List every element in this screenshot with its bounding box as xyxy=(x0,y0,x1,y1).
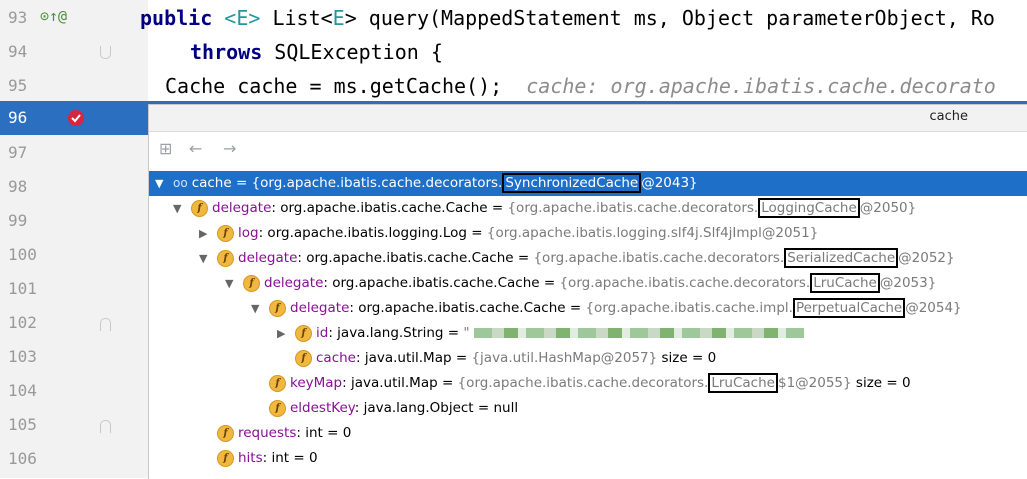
forward-arrow-icon[interactable]: → xyxy=(223,139,236,158)
implementing-method-icon[interactable]: ⊙↑@ xyxy=(40,7,67,25)
line-number: 96 xyxy=(8,108,28,127)
popup-toolbar: ⊞ ← → xyxy=(149,132,1027,166)
fold-marker-icon[interactable] xyxy=(100,46,111,59)
line-number: 106 xyxy=(8,449,37,468)
fold-marker-icon[interactable] xyxy=(100,318,111,331)
back-arrow-icon[interactable]: ← xyxy=(189,139,202,158)
highlight-box: LruCache xyxy=(810,273,880,293)
line-number: 95 xyxy=(8,76,28,95)
breakpoint-icon[interactable] xyxy=(68,110,84,126)
collapse-arrow-icon[interactable]: ▶ xyxy=(199,221,217,246)
highlight-box: SynchronizedCache xyxy=(502,173,642,193)
field-icon: f xyxy=(217,424,234,442)
debug-value-popup[interactable]: cache ⊞ ← → ▼ oo cache = {org.apache.ibati… xyxy=(148,104,1027,479)
expand-arrow-icon[interactable]: ▼ xyxy=(155,171,173,196)
highlight-box: SerializedCache xyxy=(784,248,899,268)
popup-title: cache xyxy=(929,109,969,124)
tree-row-hits[interactable]: f hits: int = 0 xyxy=(149,446,1027,471)
line-number: 98 xyxy=(8,177,28,196)
line-number: 100 xyxy=(8,245,37,264)
field-icon: f xyxy=(269,374,286,392)
watch-icon: oo xyxy=(173,176,188,190)
tree-row-delegate[interactable]: ▼ f delegate: org.apache.ibatis.cache.Cach… xyxy=(149,271,1027,296)
field-icon: f xyxy=(269,299,286,317)
tree-row-id[interactable]: ▶ f id: java.lang.String = " xyxy=(149,321,1027,346)
line-number: 101 xyxy=(8,279,37,298)
line-number: 99 xyxy=(8,211,28,230)
tree-row-requests[interactable]: f requests: int = 0 xyxy=(149,421,1027,446)
line-number: 102 xyxy=(8,313,37,332)
code-line[interactable]: public <E> List<E> query(MappedStatement… xyxy=(140,1,995,35)
popup-header: cache xyxy=(149,105,1027,132)
inline-debug-hint: cache: org.apache.ibatis.cache.decorato xyxy=(526,74,996,98)
tree-row-keymap[interactable]: f keyMap: java.util.Map = {org.apache.iba… xyxy=(149,371,1027,396)
tree-row-delegate[interactable]: ▼ f delegate: org.apache.ibatis.cache.Cach… xyxy=(149,196,1027,221)
line-number: 104 xyxy=(8,381,37,400)
expand-arrow-icon[interactable]: ▼ xyxy=(199,246,217,271)
expand-arrow-icon[interactable]: ▼ xyxy=(173,196,191,221)
field-icon: f xyxy=(295,324,312,342)
fold-marker-icon[interactable] xyxy=(100,420,111,433)
tree-row-delegate[interactable]: ▼ f delegate: org.apache.ibatis.cache.Cach… xyxy=(149,246,1027,271)
field-icon: f xyxy=(191,199,208,217)
pin-icon[interactable]: ⊞ xyxy=(159,139,172,158)
field-icon: f xyxy=(295,349,312,367)
field-icon: f xyxy=(269,399,286,417)
tree-row-cache[interactable]: ▼ oo cache = {org.apache.ibatis.cache.deco… xyxy=(149,171,1027,196)
tree-row-eldestkey[interactable]: f eldestKey: java.lang.Object = null xyxy=(149,396,1027,421)
tree-row-delegate[interactable]: ▼ f delegate: org.apache.ibatis.cache.Cach… xyxy=(149,296,1027,321)
line-number: 94 xyxy=(8,42,28,61)
line-number: 97 xyxy=(8,143,28,162)
field-icon: f xyxy=(217,249,234,267)
field-icon: f xyxy=(243,274,260,292)
field-icon: f xyxy=(217,449,234,467)
field-icon: f xyxy=(217,224,234,242)
line-number: 105 xyxy=(8,415,37,434)
expand-arrow-icon[interactable]: ▼ xyxy=(251,296,269,321)
collapse-arrow-icon[interactable]: ▶ xyxy=(277,321,295,346)
highlight-box: LruCache xyxy=(708,373,778,393)
code-line[interactable]: Cache cache = ms.getCache(); cache: org.… xyxy=(165,69,996,103)
line-number: 103 xyxy=(8,347,37,366)
highlight-box: LoggingCache xyxy=(758,198,860,218)
tree-row-log[interactable]: ▶ f log: org.apache.ibatis.logging.Log = {… xyxy=(149,221,1027,246)
highlight-box: PerpetualCache xyxy=(792,298,906,318)
tree-row-cache-map[interactable]: f cache: java.util.Map = {java.util.HashM… xyxy=(149,346,1027,371)
code-line[interactable]: throws SQLException { xyxy=(190,35,443,69)
expand-arrow-icon[interactable]: ▼ xyxy=(225,271,243,296)
redacted-value xyxy=(473,328,804,338)
